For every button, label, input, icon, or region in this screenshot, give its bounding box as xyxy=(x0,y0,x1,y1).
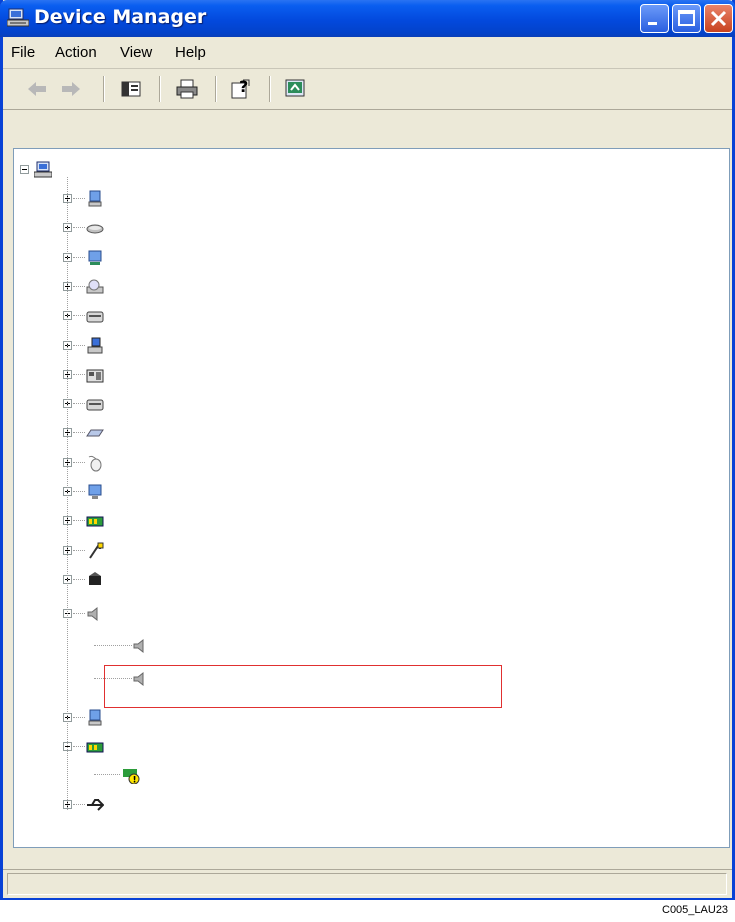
tree-connector xyxy=(73,403,85,405)
minimize-button[interactable] xyxy=(640,4,669,33)
maximize-icon xyxy=(678,10,695,26)
tree-connector xyxy=(73,520,85,522)
scan-hardware-icon[interactable] xyxy=(283,77,307,101)
tree-connector xyxy=(73,550,85,552)
toolbar-separator xyxy=(215,76,217,102)
warning-device-icon: ! xyxy=(122,766,140,786)
tree-connector xyxy=(73,613,85,615)
device-manager-icon xyxy=(7,8,29,27)
window-title: Device Manager xyxy=(34,6,207,28)
device-manager-window: Device Manager File Action View Help ? ! xyxy=(0,0,735,900)
network-icon xyxy=(86,738,104,756)
highlight-annotation xyxy=(104,665,502,708)
floppy-icon xyxy=(86,337,104,355)
tree-connector xyxy=(94,645,132,647)
tree-connector xyxy=(73,717,85,719)
speaker-icon xyxy=(132,637,150,655)
tree-connector xyxy=(67,177,69,810)
tree-connector xyxy=(73,227,85,229)
monitor-icon xyxy=(86,483,104,501)
usb-icon xyxy=(86,796,105,814)
tree-connector xyxy=(73,286,85,288)
svg-text:!: ! xyxy=(133,776,137,785)
system-icon xyxy=(86,709,104,727)
forward-arrow-icon[interactable] xyxy=(59,77,83,101)
device-tree[interactable]: ! xyxy=(13,148,730,848)
display-adapter-icon xyxy=(86,249,104,267)
back-arrow-icon[interactable] xyxy=(25,77,49,101)
toolbar-separator xyxy=(103,76,105,102)
computer-icon xyxy=(33,161,53,179)
menu-bar: File Action View Help xyxy=(3,37,732,69)
status-bar xyxy=(3,869,732,898)
print-icon[interactable] xyxy=(175,77,199,101)
close-icon xyxy=(710,10,727,27)
mouse-icon xyxy=(86,454,104,472)
toolbar-separator xyxy=(159,76,161,102)
figure-caption: C005_LAU23 xyxy=(662,904,729,916)
computer-icon xyxy=(86,190,104,208)
maximize-button[interactable] xyxy=(672,4,701,33)
menu-action[interactable]: Action xyxy=(55,44,97,61)
tree-connector xyxy=(73,198,85,200)
disk-drive-icon xyxy=(86,219,104,237)
toolbar-separator xyxy=(269,76,271,102)
help-icon[interactable]: ? xyxy=(229,77,253,101)
controller-icon xyxy=(86,307,104,325)
network-icon xyxy=(86,512,104,530)
tree-connector xyxy=(73,804,85,806)
tree-connector xyxy=(73,345,85,347)
tree-connector xyxy=(73,579,85,581)
tree-connector xyxy=(73,257,85,259)
menu-file[interactable]: File xyxy=(11,44,35,61)
tree-connector xyxy=(73,746,85,748)
tree-connector xyxy=(94,774,120,776)
menu-help[interactable]: Help xyxy=(175,44,206,61)
close-button[interactable] xyxy=(704,4,733,33)
menu-view[interactable]: View xyxy=(120,44,152,61)
tree-connector xyxy=(73,315,85,317)
status-pane xyxy=(7,873,727,895)
properties-icon[interactable] xyxy=(119,77,143,101)
toolbar: ? xyxy=(3,68,732,110)
hid-icon xyxy=(86,366,104,384)
tree-connector xyxy=(73,491,85,493)
root-collapse-toggle[interactable] xyxy=(20,165,29,174)
cdrom-icon xyxy=(86,278,104,296)
title-bar[interactable]: Device Manager xyxy=(0,0,735,37)
keyboard-icon xyxy=(86,424,104,442)
processor-icon xyxy=(86,571,104,589)
tree-connector xyxy=(73,374,85,376)
controller-icon xyxy=(86,395,104,413)
speaker-icon xyxy=(86,605,104,623)
port-icon xyxy=(86,542,104,560)
tree-connector xyxy=(73,432,85,434)
tree-connector xyxy=(73,462,85,464)
minimize-icon xyxy=(648,22,657,25)
